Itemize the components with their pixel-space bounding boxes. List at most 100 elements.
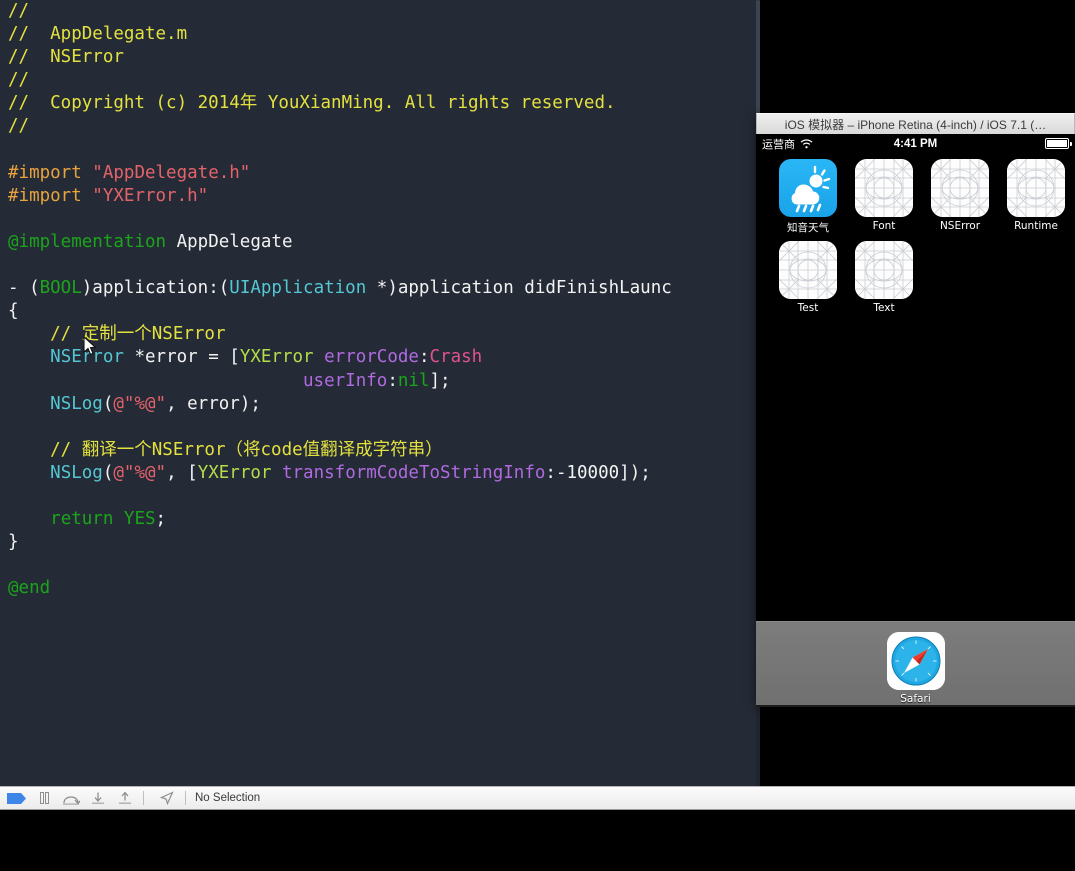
ios-status-bar: 运营商 4:41 PM (756, 134, 1075, 153)
code-line: NSLog(@"%@", error); (8, 393, 672, 416)
code-token: // 翻译一个NSError（将code值翻译成字符串） (8, 439, 443, 460)
app-label: 知音天气 (787, 222, 829, 234)
code-line: // NSError (8, 46, 672, 69)
default-app-icon[interactable] (855, 241, 913, 299)
code-line: // 翻译一个NSError（将code值翻译成字符串） (8, 439, 672, 462)
code-line: // (8, 115, 672, 138)
simulator-title-bar[interactable]: iOS 模拟器 – iPhone Retina (4-inch) / iOS 7… (756, 113, 1075, 134)
step-over-icon[interactable] (60, 789, 82, 807)
code-token: @"%@" (113, 462, 167, 483)
code-token: @"%@" (113, 393, 167, 414)
code-line: #import "AppDelegate.h" (8, 162, 672, 185)
selection-status-label: No Selection (195, 792, 261, 804)
ios-simulator-window[interactable]: iOS 模拟器 – iPhone Retina (4-inch) / iOS 7… (756, 113, 1075, 707)
battery-icon (1045, 138, 1072, 149)
step-out-icon[interactable] (114, 789, 136, 807)
app-label: Runtime (1014, 220, 1058, 232)
step-into-icon[interactable] (87, 789, 109, 807)
code-line: userInfo:nil]; (8, 370, 672, 393)
code-editor[interactable]: //// AppDelegate.m// NSError//// Copyrig… (0, 0, 760, 786)
simulator-window-bottom-edge (756, 705, 1075, 707)
source-code[interactable]: //// AppDelegate.m// NSError//// Copyrig… (8, 0, 672, 600)
code-token: return (50, 509, 114, 530)
default-app-icon[interactable] (1007, 159, 1065, 217)
code-token: BOOL (39, 278, 82, 299)
code-token: #import (8, 162, 93, 183)
code-token: "YXError.h" (92, 185, 209, 206)
code-line: // Copyright (c) 2014年 YouXianMing. All … (8, 92, 672, 115)
weather-app-icon[interactable] (779, 159, 837, 217)
code-token: NSLog (50, 393, 103, 414)
code-token: YES (123, 509, 156, 530)
code-line: // (8, 69, 672, 92)
code-token: // AppDelegate.m (8, 24, 188, 45)
app-icon-safari[interactable]: Safari (878, 632, 954, 705)
breakpoint-icon[interactable] (6, 789, 28, 807)
clock-label: 4:41 PM (893, 137, 938, 150)
code-token: *error = [ (123, 347, 240, 368)
app-icon-zhiyin-weather[interactable]: 知音天气 (770, 159, 846, 235)
app-label: Text (873, 302, 895, 314)
code-token: YXError (197, 462, 272, 483)
code-token: YXError (239, 347, 314, 368)
code-token: : (545, 462, 556, 483)
app-icon-test[interactable]: Test (770, 241, 846, 314)
code-token: errorCode (313, 347, 419, 368)
code-token: userInfo (303, 370, 388, 391)
code-token: )application:( (81, 278, 230, 299)
app-icon-runtime[interactable]: Runtime (998, 159, 1074, 235)
springboard[interactable]: 知音天气 Font NSError Runtime Test Text Safa… (756, 153, 1075, 705)
code-token: "AppDelegate.h" (92, 162, 251, 183)
dock: Safari (756, 621, 1075, 705)
code-line: NSError *error = [YXError errorCode:Cras… (8, 346, 672, 369)
code-token: // (8, 116, 30, 137)
code-line: - (BOOL)application:(UIApplication *)app… (8, 277, 672, 300)
location-icon[interactable] (156, 789, 178, 807)
code-line: #import "YXError.h" (8, 185, 672, 208)
status-bar-separator-1 (143, 791, 144, 805)
status-bar-separator-2 (185, 791, 186, 805)
code-token: @implementation (8, 231, 167, 252)
code-token: @end (8, 578, 51, 599)
code-line: // AppDelegate.m (8, 23, 672, 46)
code-token: // (8, 1, 30, 21)
app-label: Test (797, 302, 819, 314)
default-app-icon[interactable] (779, 241, 837, 299)
code-line: NSLog(@"%@", [YXError transformCodeToStr… (8, 462, 672, 485)
code-token: - ( (8, 278, 40, 299)
code-token: #import (8, 185, 93, 206)
app-label: NSError (939, 220, 981, 232)
app-row: Test Text (756, 241, 1075, 314)
code-token: transformCodeToStringInfo (271, 462, 546, 483)
default-app-icon[interactable] (855, 159, 913, 217)
code-token: ]); (619, 462, 651, 483)
app-icon-nserror[interactable]: NSError (922, 159, 998, 235)
code-token: -10000 (555, 462, 620, 483)
code-token: Crash (429, 347, 483, 368)
app-icon-font[interactable]: Font (846, 159, 922, 235)
simulator-title-label: iOS 模拟器 – iPhone Retina (4-inch) / iOS 7… (784, 117, 1047, 132)
simulator-screen[interactable]: 运营商 4:41 PM 知音天气 Font NSError Runtime Te… (756, 134, 1075, 705)
safari-icon[interactable] (886, 632, 945, 690)
code-token: NSError (50, 347, 124, 368)
default-app-icon[interactable] (931, 159, 989, 217)
code-token: ; (155, 509, 167, 530)
app-label: Font (872, 220, 896, 232)
pause-icon[interactable] (33, 789, 55, 807)
app-icon-text[interactable]: Text (846, 241, 922, 314)
code-line: @end (8, 577, 672, 600)
desktop-background (0, 811, 1075, 871)
code-line: @implementation AppDelegate (8, 231, 672, 254)
code-token: // NSError (8, 47, 124, 68)
code-token: ( (102, 393, 114, 414)
